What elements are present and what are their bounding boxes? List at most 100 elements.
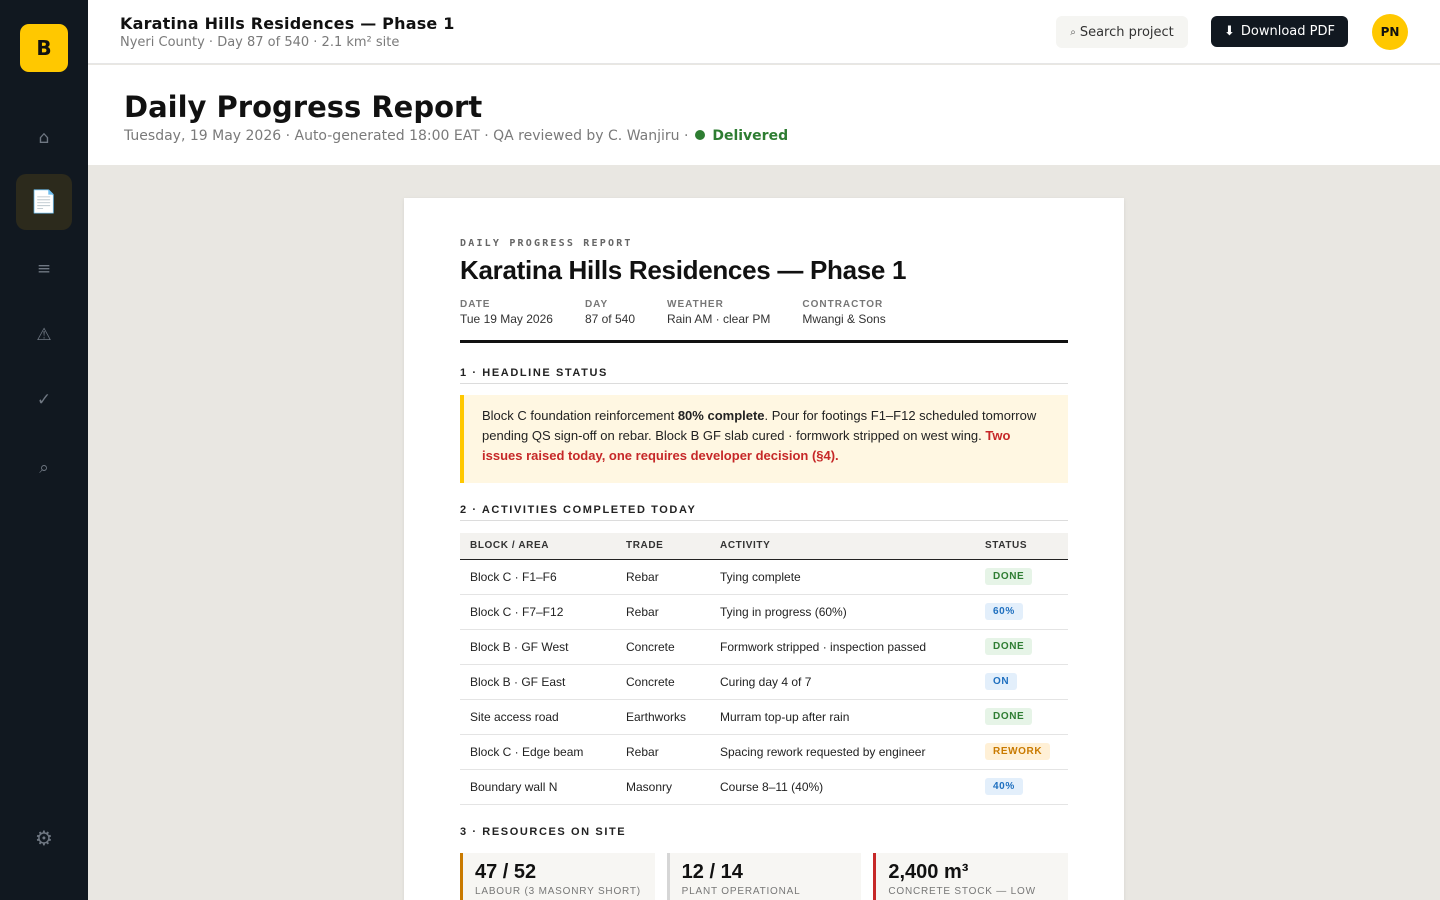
cell-activity: Curing day 4 of 7	[710, 664, 975, 700]
cell-status: 60%	[975, 594, 1068, 630]
divider	[460, 383, 1068, 384]
table-row: Block C · F7–F12 Rebar Tying in progress…	[460, 594, 1068, 630]
cell-status: 40%	[975, 769, 1068, 805]
cell-trade: Rebar	[616, 594, 710, 630]
column-header: ACTIVITY	[710, 533, 975, 560]
app-logo[interactable]: B	[20, 24, 68, 72]
meta-label: DAY	[584, 299, 609, 310]
meta-value: Rain AM · clear PM	[667, 312, 771, 326]
cell-area: Boundary wall N	[460, 769, 616, 805]
cell-area: Block C · F7–F12	[460, 594, 616, 630]
check-icon[interactable]: ✓	[16, 372, 72, 428]
page-title: Daily Progress Report	[124, 90, 483, 124]
status-badge: REWORK	[985, 743, 1051, 760]
meta-weather: WEATHER Rain AM · clear PM	[667, 299, 770, 326]
table-row: Block C · Edge beam Rebar Spacing rework…	[460, 734, 1068, 770]
table-row: Site access road Earthworks Murram top-u…	[460, 699, 1068, 735]
search-icon: ⌕	[1070, 26, 1076, 38]
meta-label: DATE	[460, 299, 491, 310]
download-icon: ⬇	[1224, 24, 1235, 39]
page-meta: Tuesday, 19 May 2026 · Auto-generated 18…	[124, 128, 788, 144]
cell-area: Block C · F1–F6	[460, 559, 616, 595]
report-meta-text: Tuesday, 19 May 2026 · Auto-generated 18…	[124, 128, 689, 144]
resource-cards: 47 / 52 LABOUR (3 MASONRY SHORT) 12 / 14…	[460, 853, 1069, 900]
meta-day: DAY 87 of 540	[585, 299, 635, 326]
divider	[460, 340, 1068, 343]
gear-icon[interactable]: ⚙	[16, 810, 72, 866]
status-badge: DONE	[985, 568, 1033, 585]
search-icon[interactable]: ⌕	[16, 440, 72, 496]
project-subtitle: Nyeri County · Day 87 of 540 · 2.1 km² s…	[120, 35, 400, 50]
activities-table: BLOCK / AREA TRADE ACTIVITY STATUS Block…	[460, 533, 1068, 805]
status-badge: 60%	[985, 603, 1023, 620]
column-header: STATUS	[975, 533, 1068, 560]
download-label: Download PDF	[1240, 24, 1335, 39]
avatar[interactable]: PN	[1372, 14, 1408, 50]
resource-value: 12 / 14	[681, 861, 743, 883]
cell-activity: Tying complete	[710, 559, 975, 595]
cell-status: ON	[975, 664, 1068, 700]
meta-contractor: CONTRACTOR Mwangi & Sons	[802, 299, 885, 326]
report-meta-grid: DATE Tue 19 May 2026 DAY 87 of 540 WEATH…	[460, 299, 918, 326]
cell-status: REWORK	[975, 734, 1068, 770]
resource-label: PLANT OPERATIONAL	[681, 886, 801, 897]
table-header-row: BLOCK / AREA TRADE ACTIVITY STATUS	[460, 533, 1068, 560]
meta-label: WEATHER	[667, 299, 724, 310]
section-headline-title: 1 · HEADLINE STATUS	[460, 367, 608, 379]
table-row: Block B · GF East Concrete Curing day 4 …	[460, 664, 1068, 700]
meta-value: Tue 19 May 2026	[460, 312, 553, 326]
report-title: Karatina Hills Residences — Phase 1	[460, 255, 907, 285]
cell-trade: Concrete	[616, 629, 710, 665]
resource-card-concrete: 2,400 m³ CONCRETE STOCK — LOW	[873, 853, 1069, 900]
cell-activity: Tying in progress (60%)	[710, 594, 975, 630]
status-badge: DONE	[985, 708, 1033, 725]
divider	[460, 520, 1068, 521]
report-kicker: DAILY PROGRESS REPORT	[460, 238, 633, 249]
cell-status: DONE	[975, 629, 1068, 665]
cell-status: DONE	[975, 699, 1068, 735]
status-badge: 40%	[985, 778, 1023, 795]
headline-text: Block C foundation reinforcement	[482, 408, 678, 423]
project-title: Karatina Hills Residences — Phase 1	[120, 14, 455, 33]
table-row: Block B · GF West Concrete Formwork stri…	[460, 629, 1068, 665]
search-label: Search project	[1079, 24, 1174, 40]
report-document: DAILY PROGRESS REPORT Karatina Hills Res…	[404, 198, 1124, 900]
column-header: BLOCK / AREA	[460, 533, 616, 560]
status-badge: ON	[985, 673, 1018, 690]
list-icon[interactable]: ≡	[16, 241, 72, 297]
meta-date: DATE Tue 19 May 2026	[460, 299, 553, 326]
cell-trade: Rebar	[616, 559, 710, 595]
headline-emphasis: 80% complete	[677, 408, 765, 423]
table-row: Block C · F1–F6 Rebar Tying complete DON…	[460, 559, 1068, 595]
section-activities-title: 2 · ACTIVITIES COMPLETED TODAY	[460, 504, 697, 516]
status-badge: Delivered	[712, 128, 789, 144]
warning-icon[interactable]: ⚠	[16, 307, 72, 363]
download-pdf-button[interactable]: ⬇ Download PDF	[1211, 16, 1348, 47]
cell-trade: Earthworks	[616, 699, 710, 735]
top-bar: Karatina Hills Residences — Phase 1 Nyer…	[88, 0, 1440, 64]
cell-area: Block B · GF West	[460, 629, 616, 665]
cell-status: DONE	[975, 559, 1068, 595]
status-dot-icon	[694, 130, 705, 140]
cell-trade: Concrete	[616, 664, 710, 700]
column-header: TRADE	[616, 533, 710, 560]
cell-trade: Rebar	[616, 734, 710, 770]
meta-value: 87 of 540	[584, 312, 635, 326]
sidebar: B ⌂ 📄 ≡ ⚠ ✓ ⌕ ⚙	[0, 0, 88, 900]
status-badge: DONE	[985, 638, 1033, 655]
cell-area: Block B · GF East	[460, 664, 616, 700]
resource-value: 47 / 52	[475, 861, 537, 883]
cell-activity: Murram top-up after rain	[710, 699, 975, 735]
document-icon[interactable]: 📄	[16, 174, 72, 230]
home-icon[interactable]: ⌂	[16, 110, 72, 166]
cell-area: Block C · Edge beam	[460, 734, 616, 770]
resource-label: CONCRETE STOCK — LOW	[888, 886, 1036, 897]
page-header: Daily Progress Report Tuesday, 19 May 20…	[88, 65, 1440, 165]
cell-trade: Masonry	[616, 769, 710, 805]
meta-value: Mwangi & Sons	[802, 312, 886, 326]
cell-activity: Course 8–11 (40%)	[710, 769, 975, 805]
resource-card-plant: 12 / 14 PLANT OPERATIONAL	[666, 853, 862, 900]
resource-label: LABOUR (3 MASONRY SHORT)	[475, 886, 641, 897]
search-project-button[interactable]: ⌕ Search project	[1056, 16, 1188, 48]
cell-activity: Formwork stripped · inspection passed	[710, 629, 975, 665]
